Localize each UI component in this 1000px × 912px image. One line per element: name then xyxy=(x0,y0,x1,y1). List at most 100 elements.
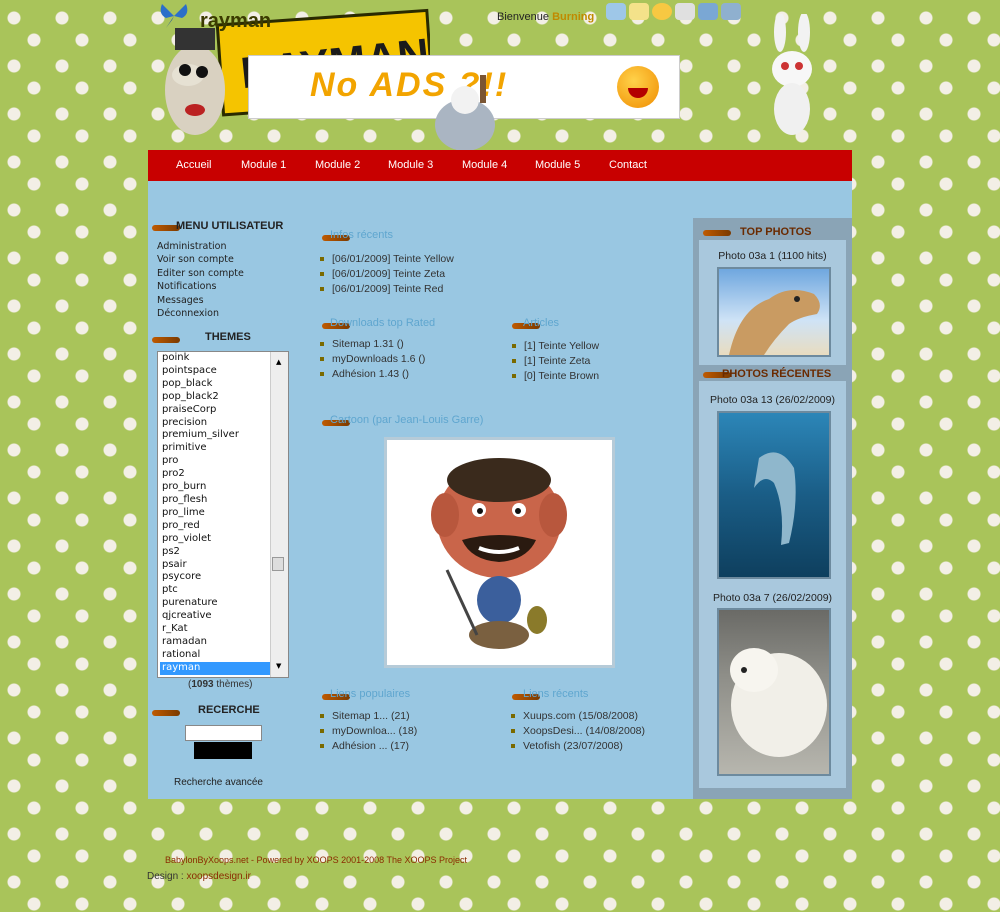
welcome-text: Bienvenue Burning xyxy=(497,11,594,23)
menu-edit-account[interactable]: Editer son compte xyxy=(157,267,244,280)
nav-module-5[interactable]: Module 5 xyxy=(535,159,580,171)
list-item[interactable]: Xuups.com (15/08/2008) xyxy=(511,709,645,724)
theme-option[interactable]: poink xyxy=(160,352,288,365)
search-icon[interactable] xyxy=(675,3,695,20)
theme-count: (1093 thèmes) xyxy=(188,679,253,690)
theme-option[interactable]: pointspace xyxy=(160,365,288,378)
block-arrow-icon xyxy=(703,230,731,236)
theme-option[interactable]: pro xyxy=(160,455,288,468)
camel-photo[interactable] xyxy=(717,267,831,357)
menu-logout[interactable]: Déconnexion xyxy=(157,307,244,320)
nav-module-4[interactable]: Module 4 xyxy=(462,159,507,171)
theme-select-list[interactable]: poink pointspace pop_black pop_black2 praise… xyxy=(157,351,289,678)
list-item[interactable]: myDownloa... (18) xyxy=(320,724,417,739)
theme-option[interactable]: pro_violet xyxy=(160,533,288,546)
menu-view-account[interactable]: Voir son compte xyxy=(157,253,244,266)
theme-option[interactable]: premium_silver xyxy=(160,429,288,442)
theme-options: poink pointspace pop_black pop_black2 praise… xyxy=(158,352,288,675)
photo-sidebar: Photo 03a 1 (1100 hits) TOP PHOTOS Photo… xyxy=(693,218,852,799)
nav-module-1[interactable]: Module 1 xyxy=(241,159,286,171)
logout-icon[interactable] xyxy=(721,3,741,20)
theme-option[interactable]: pop_black xyxy=(160,378,288,391)
articles-title: Articles xyxy=(523,317,560,329)
list-item[interactable]: Sitemap 1.31 () xyxy=(320,337,425,352)
popular-links-list: Sitemap 1... (21) myDownloa... (18) Adhé… xyxy=(320,709,417,754)
theme-count-value: 1093 xyxy=(191,679,214,690)
list-item[interactable]: [1] Teinte Yellow xyxy=(512,339,599,354)
theme-option[interactable]: ramadan xyxy=(160,636,288,649)
theme-option[interactable]: rayman xyxy=(160,661,288,675)
recent-photo-caption-1[interactable]: Photo 03a 13 (26/02/2009) xyxy=(699,394,846,406)
nav-contact[interactable]: Contact xyxy=(609,159,647,171)
theme-option[interactable]: psycore xyxy=(160,571,288,584)
popular-links-title: Liens populaires xyxy=(330,688,411,700)
theme-option[interactable]: pro2 xyxy=(160,468,288,481)
footer-design: Design : xoopsdesign.ir xyxy=(147,871,251,882)
scroll-thumb[interactable] xyxy=(272,557,284,571)
list-item[interactable]: XoopsDesi... (14/08/2008) xyxy=(511,724,645,739)
smiley-icon[interactable] xyxy=(652,3,672,20)
theme-option[interactable]: psair xyxy=(160,559,288,572)
theme-option[interactable]: pro_flesh xyxy=(160,494,288,507)
list-item[interactable]: [0] Teinte Brown xyxy=(512,369,599,384)
advanced-search-link[interactable]: Recherche avancée xyxy=(174,777,263,788)
user-toolbar xyxy=(606,3,741,20)
top-downloads-list: Sitemap 1.31 () myDownloads 1.6 () Adhés… xyxy=(320,337,425,382)
list-item[interactable]: [06/01/2009] Teinte Red xyxy=(320,282,454,297)
user-menu-title: MENU UTILISATEUR xyxy=(176,220,284,232)
dolphin-photo[interactable] xyxy=(717,411,831,579)
rabbid-mascot xyxy=(772,14,812,135)
nav-module-2[interactable]: Module 2 xyxy=(315,159,360,171)
image-icon[interactable] xyxy=(698,3,718,20)
theme-option[interactable]: qjcreative xyxy=(160,610,288,623)
welcome-prefix: Bienvenue xyxy=(497,11,549,23)
caricature-art xyxy=(431,458,567,649)
list-item[interactable]: [06/01/2009] Teinte Zeta xyxy=(320,267,454,282)
theme-option[interactable]: rational xyxy=(160,649,288,662)
footer-design-link[interactable]: xoopsdesign.ir xyxy=(186,871,250,882)
recent-photo-caption-2[interactable]: Photo 03a 7 (26/02/2009) xyxy=(699,592,846,604)
theme-option[interactable]: purenature xyxy=(160,597,288,610)
theme-option[interactable]: pro_burn xyxy=(160,481,288,494)
theme-option[interactable]: ps2 xyxy=(160,546,288,559)
theme-option[interactable]: precision xyxy=(160,417,288,430)
top-photo-caption[interactable]: Photo 03a 1 (1100 hits) xyxy=(699,250,846,262)
list-item[interactable]: Adhésion ... (17) xyxy=(320,739,417,754)
top-photos-panel: Photo 03a 1 (1100 hits) xyxy=(699,240,846,365)
username[interactable]: Burning xyxy=(552,11,594,23)
scroll-down-icon[interactable]: ▼ xyxy=(274,660,281,673)
recent-news-list: [06/01/2009] Teinte Yellow [06/01/2009] … xyxy=(320,252,454,297)
scroll-up-icon[interactable]: ▲ xyxy=(274,356,281,369)
articles-list: [1] Teinte Yellow [1] Teinte Zeta [0] Te… xyxy=(512,339,599,384)
menu-notifications[interactable]: Notifications xyxy=(157,280,244,293)
theme-option[interactable]: praiseCorp xyxy=(160,404,288,417)
theme-option[interactable]: pop_black2 xyxy=(160,391,288,404)
list-item[interactable]: Sitemap 1... (21) xyxy=(320,709,417,724)
list-item[interactable]: myDownloads 1.6 () xyxy=(320,352,425,367)
recent-photos-panel: Photo 03a 13 (26/02/2009) Photo 03a 7 (2… xyxy=(699,381,846,788)
footer-credits[interactable]: BabylonByXoops.net - Powered by XOOPS 20… xyxy=(165,855,467,865)
theme-option[interactable]: primitive xyxy=(160,442,288,455)
mail-icon[interactable] xyxy=(606,3,626,20)
theme-scrollbar[interactable]: ▲ ▼ xyxy=(270,352,288,677)
list-item[interactable]: Vetofish (23/07/2008) xyxy=(511,739,645,754)
theme-option[interactable]: r_Kat xyxy=(160,623,288,636)
theme-option[interactable]: ptc xyxy=(160,584,288,597)
recent-links-title: Liens récents xyxy=(523,688,589,700)
list-item[interactable]: [1] Teinte Zeta xyxy=(512,354,599,369)
nav-module-3[interactable]: Module 3 xyxy=(388,159,433,171)
menu-administration[interactable]: Administration xyxy=(157,240,244,253)
theme-option[interactable]: pro_lime xyxy=(160,507,288,520)
notes-icon[interactable] xyxy=(629,3,649,20)
list-item[interactable]: Adhésion 1.43 () xyxy=(320,367,425,382)
block-arrow-icon xyxy=(152,337,180,343)
polar-bear-photo[interactable] xyxy=(717,608,831,776)
search-input[interactable] xyxy=(185,725,262,741)
theme-option[interactable]: pro_red xyxy=(160,520,288,533)
nav-accueil[interactable]: Accueil xyxy=(176,159,211,171)
top-downloads-title: Downloads top Rated xyxy=(330,317,436,329)
list-item[interactable]: [06/01/2009] Teinte Yellow xyxy=(320,252,454,267)
menu-messages[interactable]: Messages xyxy=(157,294,244,307)
caricature-image[interactable] xyxy=(384,437,615,668)
search-button[interactable] xyxy=(194,742,252,759)
